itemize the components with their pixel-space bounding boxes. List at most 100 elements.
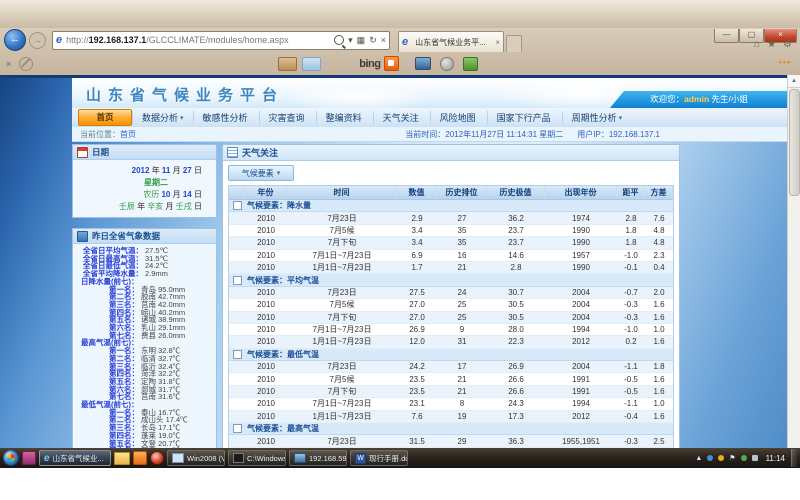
column-header[interactable]: 数值 [397,186,437,199]
taskbar-clock[interactable]: 11:14 [766,454,785,463]
group-header-row[interactable]: 气候要素：降水量 [229,200,673,212]
nav-item-home[interactable]: 首页 [78,109,132,126]
nav-item[interactable]: 周期性分析▾ [562,111,632,124]
table-cell: 2010 [245,237,287,248]
nav-item[interactable]: 整编资料 [316,111,373,124]
start-button[interactable] [3,450,19,466]
close-sidebar-icon[interactable]: × [6,59,11,69]
scroll-up-icon[interactable]: ▲ [788,75,800,88]
blocked-plugin-icon[interactable] [19,57,33,71]
refresh-icon[interactable]: ↻ [369,35,377,46]
column-header[interactable]: 时间 [287,186,397,199]
table-row[interactable]: 20107月23日24.21726.92004-1.11.8 [229,361,673,373]
url-text: http://192.168.137.1/GLCCLIMATE/modules/… [66,35,334,45]
table-cell: 2004 [545,361,617,372]
scrollbar-thumb[interactable] [789,89,800,196]
table-row[interactable]: 20107月1日~7月23日6.91614.61957-1.02.3 [229,250,673,262]
stop-icon[interactable]: × [381,35,386,45]
column-header[interactable]: 历史极值 [487,186,545,199]
table-row[interactable]: 20101月1日~7月23日1.7212.81990-0.10.4 [229,262,673,274]
taskbar-task[interactable]: 192.168.59.99... [289,450,347,466]
explorer-folder-icon[interactable] [114,452,130,465]
table-cell: 1990 [545,225,617,236]
column-header[interactable]: 出现年份 [545,186,617,199]
expand-checkbox[interactable] [233,276,242,285]
home-icon[interactable]: ⌂ [754,40,760,50]
nav-item[interactable]: 敏感性分析 [193,111,259,124]
browser-tab[interactable]: e 山东省气候业务平... × [398,31,504,52]
search-icon[interactable] [334,35,344,45]
user-ip: 用户IP：192.168.137.1 [577,129,660,140]
pinned-app-icon[interactable] [133,451,147,465]
nav-item[interactable]: 国家下行产品 [487,111,562,124]
nav-item[interactable]: 天气关注 [373,111,430,124]
mail-stamp-icon[interactable] [278,57,297,71]
nav-item[interactable]: 风险地图 [430,111,487,124]
tab-close-icon[interactable]: × [495,38,500,47]
table-row[interactable]: 20107月5候23.52126.61991-0.51.6 [229,373,673,385]
settings-gear-icon[interactable]: ⚙ [783,40,792,50]
column-header[interactable]: 距平 [617,186,645,199]
column-header[interactable]: 方差 [645,186,673,199]
taskbar-task[interactable]: Win2008 (VS2... [167,450,225,466]
search-dropdown-icon[interactable]: ▾ [348,35,353,46]
table-row[interactable]: 20107月下旬27.02530.52004-0.31.6 [229,312,673,324]
table-row[interactable]: 20107月下旬23.52126.61991-0.51.6 [229,386,673,398]
taskbar-task[interactable]: C:\Windows\s... [228,450,286,466]
flag-action-center-icon[interactable]: ⚑ [729,454,735,462]
table-cell: 1月1日~7月23日 [287,262,397,273]
nav-item[interactable]: 数据分析▾ [132,111,193,124]
column-header[interactable] [229,186,245,199]
bing-toolbar[interactable]: bing [359,56,399,71]
expand-checkbox[interactable] [233,424,242,433]
table-row[interactable]: 20101月1日~7月23日12.03122.320120.21.6 [229,336,673,348]
camera-app-icon[interactable] [415,57,431,70]
taskbar-ie-task[interactable]: e 山东省气候业... [39,450,111,466]
send-plane-icon[interactable] [302,57,321,71]
group-header-row[interactable]: 气候要素：平均气温 [229,274,673,286]
breadcrumb-home-link[interactable]: 首页 [120,130,136,139]
table-cell: -0.5 [617,386,645,397]
media-player-icon[interactable] [150,451,164,465]
climate-element-filter-button[interactable]: 气候要素▾ [228,165,294,181]
minimize-button[interactable]: — [714,29,739,43]
taskbar-task[interactable]: 现行手册.docx ... [350,450,408,466]
app-tray-icon[interactable] [741,455,747,461]
nav-item[interactable]: 灾害查询 [259,111,316,124]
table-cell: 2010 [245,436,287,447]
table-row[interactable]: 20107月1日~7月23日23.1824.31994-1.11.0 [229,398,673,410]
scrollbar[interactable]: ▲ [787,75,800,448]
green-app-icon[interactable] [463,57,478,71]
group-header-row[interactable]: 气候要素：最低气温 [229,349,673,361]
compat-view-icon[interactable]: ▦ [357,35,366,46]
table-row[interactable]: 20107月5候3.43523.719901.84.8 [229,225,673,237]
favorites-star-icon[interactable]: ★ [767,40,776,50]
table-cell: 2010 [245,213,287,224]
forward-button[interactable]: → [29,32,46,49]
table-row[interactable]: 20101月1日~7月23日7.61917.32012-0.41.6 [229,411,673,423]
back-button[interactable]: ← [4,29,26,51]
pinned-app-icon[interactable] [22,451,36,465]
table-row[interactable]: 20107月下旬3.43523.719901.84.8 [229,237,673,249]
table-cell: 4.8 [645,225,673,236]
table-row[interactable]: 20107月23日31.52936.31955,1951-0.32.5 [229,435,673,447]
expand-checkbox[interactable] [233,201,242,210]
show-desktop-button[interactable] [791,449,797,467]
new-tab-button[interactable] [506,35,522,52]
expand-checkbox[interactable] [233,350,242,359]
column-header[interactable]: 历史排位 [437,186,487,199]
table-row[interactable]: 20107月23日2.92736.219742.87.6 [229,212,673,224]
group-header-row[interactable]: 气候要素：最高气温 [229,423,673,435]
volume-tray-icon[interactable] [752,455,758,461]
table-row[interactable]: 20107月23日27.52430.72004-0.72.0 [229,287,673,299]
address-bar[interactable]: e http://192.168.137.1/GLCCLIMATE/module… [52,31,390,50]
user-app-icon[interactable] [440,57,454,71]
network-tray-icon[interactable] [707,455,713,461]
table-row[interactable]: 20107月5候27.02530.52004-0.31.6 [229,299,673,311]
table-row[interactable]: 20107月1日~7月23日26.9928.01994-1.01.0 [229,324,673,336]
column-header[interactable]: 年份 [245,186,287,199]
more-tools-icon[interactable]: ••• [779,57,791,67]
table-cell: 2010 [245,225,287,236]
tray-up-icon[interactable]: ▲ [695,455,702,462]
update-tray-icon[interactable] [718,455,724,461]
